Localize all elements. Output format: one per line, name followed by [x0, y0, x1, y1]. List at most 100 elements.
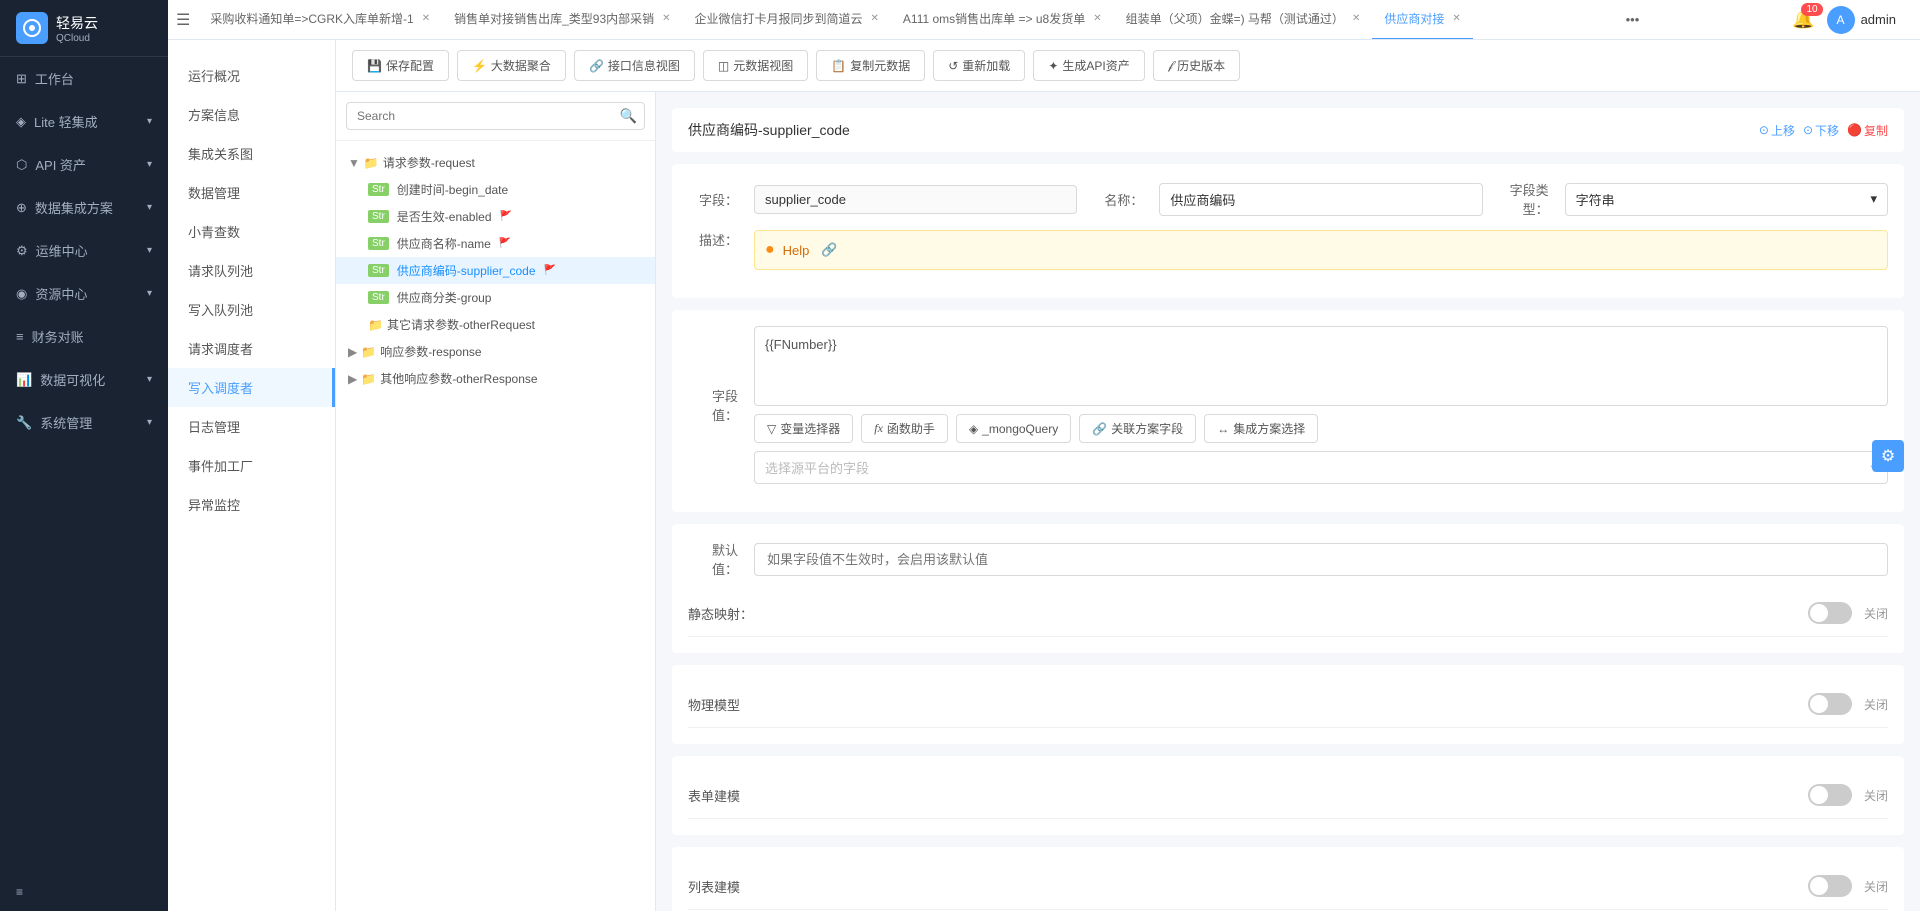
tab-3-close[interactable]: ✕: [871, 13, 879, 24]
tab-5-label: 组装单（父项）金蝶=) 马帮（测试通过）: [1126, 10, 1344, 27]
sidebar-item-resources[interactable]: ◉ 资源中心 ▾: [0, 272, 168, 315]
tree-panel: 🔍 ▼ 📁 请求参数-request Str: [336, 92, 656, 911]
sidebar-item-lite[interactable]: ◈ Lite 轻集成 ▾: [0, 100, 168, 143]
node-label: 供应商分类-group: [397, 289, 492, 306]
static-mapping-toggle[interactable]: [1808, 602, 1852, 624]
sidebar-item-ops[interactable]: ⚙ 运维中心 ▾: [0, 229, 168, 272]
tab-2[interactable]: 销售单对接销售出库_类型93内部采销 ✕: [442, 0, 682, 40]
save-config-btn[interactable]: 💾 保存配置: [352, 50, 449, 81]
related-field-btn[interactable]: 🔗 关联方案字段: [1079, 414, 1196, 443]
tree-node-supplier-code[interactable]: Str 供应商编码-supplier_code 🚩: [336, 257, 655, 284]
search-icon: 🔍: [620, 108, 637, 125]
big-data-merge-btn[interactable]: ⚡ 大数据聚合: [457, 50, 566, 81]
list-build-toggle[interactable]: [1808, 875, 1852, 897]
copy-meta-icon: 📋: [831, 59, 846, 73]
tab-6[interactable]: 供应商对接 ✕: [1372, 0, 1472, 40]
list-build-card: 列表建模 关闭: [672, 847, 1904, 911]
tree-node-response[interactable]: ▶ 📁 响应参数-response: [336, 338, 655, 365]
gen-api-btn[interactable]: ✦ 生成API资产: [1033, 50, 1144, 81]
sidebar-label-finance: 财务对账: [32, 327, 84, 346]
tree-node-begin-date[interactable]: Str 创建时间-begin_date: [336, 176, 655, 203]
field-value-content[interactable]: {{FNumber}}: [754, 326, 1888, 406]
notification-btn[interactable]: 🔔 10: [1792, 9, 1814, 30]
mongo-query-btn[interactable]: ◈ _mongoQuery: [956, 414, 1071, 443]
folder-icon: 📁: [361, 372, 376, 386]
type-select[interactable]: 字符串 ▾: [1565, 183, 1888, 216]
tree-node-enabled[interactable]: Str 是否生效-enabled 🚩: [336, 203, 655, 230]
nav-event-factory[interactable]: 事件加工厂: [168, 446, 335, 485]
folder-icon: 📁: [364, 156, 379, 170]
username: admin: [1861, 12, 1896, 27]
tab-4[interactable]: A111 oms销售出库单 => u8发货单 ✕: [891, 0, 1114, 40]
nav-data-mgmt[interactable]: 数据管理: [168, 173, 335, 212]
copy-btn[interactable]: 🔴 复制: [1847, 122, 1888, 139]
nav-integration-map[interactable]: 集成关系图: [168, 134, 335, 173]
tree-node-supplier-name[interactable]: Str 供应商名称-name 🚩: [336, 230, 655, 257]
gear-btn[interactable]: ⚙: [1872, 440, 1904, 472]
default-input[interactable]: [754, 543, 1888, 576]
nav-xiao-qing[interactable]: 小青查数: [168, 212, 335, 251]
tab-2-close[interactable]: ✕: [662, 13, 670, 24]
sidebar-item-api[interactable]: ⬡ API 资产 ▾: [0, 143, 168, 186]
sidebar-item-sys-mgmt[interactable]: 🔧 系统管理 ▾: [0, 401, 168, 444]
source-platform-select[interactable]: 选择源平台的字段 ▾: [754, 451, 1888, 484]
copy-meta-btn[interactable]: 📋 复制元数据: [816, 50, 925, 81]
nav-request-observer[interactable]: 请求调度者: [168, 329, 335, 368]
search-wrapper: 🔍: [346, 102, 645, 130]
nav-solution-info[interactable]: 方案信息: [168, 95, 335, 134]
tab-more-btn[interactable]: •••: [1618, 12, 1648, 27]
sidebar-item-data-integration[interactable]: ⊕ 数据集成方案 ▾: [0, 186, 168, 229]
move-up-btn[interactable]: ⊙ 上移: [1759, 122, 1795, 139]
table-build-toggle[interactable]: [1808, 784, 1852, 806]
user-area: 🔔 10 A admin: [1792, 6, 1912, 34]
down-icon: ⊙: [1803, 123, 1813, 137]
interface-view-btn[interactable]: 🔗 接口信息视图: [574, 50, 695, 81]
var-selector-icon: ▽: [767, 422, 776, 436]
sidebar-collapse[interactable]: ≡: [0, 873, 168, 911]
tree-node-other-response[interactable]: ▶ 📁 其他响应参数-otherResponse: [336, 365, 655, 392]
search-input[interactable]: [346, 102, 645, 130]
meta-view-btn[interactable]: ◫ 元数据视图: [703, 50, 808, 81]
desc-row: 描述： ● Help 🔗: [688, 230, 1888, 270]
tab-5[interactable]: 组装单（父项）金蝶=) 马帮（测试通过） ✕: [1114, 0, 1373, 40]
tab-1[interactable]: 采购收料通知单=>CGRK入库单新增-1 ✕: [198, 0, 442, 40]
tree-node-supplier-group[interactable]: Str 供应商分类-group: [336, 284, 655, 311]
reload-label: 重新加载: [962, 57, 1010, 74]
avatar: A: [1827, 6, 1855, 34]
data-viz-icon: 📊: [16, 372, 32, 388]
tab-6-close[interactable]: ✕: [1452, 13, 1460, 24]
integration-select-btn[interactable]: ↔ 集成方案选择: [1204, 414, 1318, 443]
var-selector-btn[interactable]: ▽ 变量选择器: [754, 414, 853, 443]
lite-arrow-icon: ▾: [147, 116, 152, 127]
tab-3[interactable]: 企业微信打卡月报同步到简道云 ✕: [683, 0, 891, 40]
nav-exception-monitor[interactable]: 异常监控: [168, 485, 335, 524]
reload-btn[interactable]: ↺ 重新加载: [933, 50, 1025, 81]
name-value[interactable]: 供应商编码: [1159, 183, 1482, 216]
type-value: 字符串: [1576, 190, 1615, 209]
help-text: Help: [783, 243, 810, 258]
left-nav: 运行概况 方案信息 集成关系图 数据管理 小青查数 请求队列池 写入队列池 请求…: [168, 40, 336, 911]
tab-4-close[interactable]: ✕: [1093, 13, 1101, 24]
hamburger-icon[interactable]: ☰: [176, 10, 190, 30]
expand-icon: ▶: [348, 372, 357, 386]
nav-request-queue[interactable]: 请求队列池: [168, 251, 335, 290]
sidebar-item-data-viz[interactable]: 📊 数据可视化 ▾: [0, 358, 168, 401]
nav-log-mgmt[interactable]: 日志管理: [168, 407, 335, 446]
sidebar-item-finance[interactable]: ≡ 财务对账: [0, 315, 168, 358]
tree-node-request-params[interactable]: ▼ 📁 请求参数-request: [336, 149, 655, 176]
move-down-btn[interactable]: ⊙ 下移: [1803, 122, 1839, 139]
sidebar-item-workbench[interactable]: ⊞ 工作台: [0, 57, 168, 100]
tab-1-close[interactable]: ✕: [422, 13, 430, 24]
physical-model-toggle[interactable]: [1808, 693, 1852, 715]
nav-write-queue[interactable]: 写入队列池: [168, 290, 335, 329]
tree-node-other-request[interactable]: 📁 其它请求参数-otherRequest: [336, 311, 655, 338]
tab-5-close[interactable]: ✕: [1352, 13, 1360, 24]
user-profile[interactable]: A admin: [1827, 6, 1896, 34]
nav-write-observer[interactable]: 写入调度者: [168, 368, 335, 407]
history-btn[interactable]: 𝒻 历史版本: [1153, 50, 1240, 81]
default-label: 默认值：: [688, 540, 738, 578]
func-helper-btn[interactable]: fx 函数助手: [861, 414, 948, 443]
nav-overview[interactable]: 运行概况: [168, 56, 335, 95]
tab-1-label: 采购收料通知单=>CGRK入库单新增-1: [210, 10, 413, 27]
static-mapping-value: 关闭: [1864, 605, 1888, 622]
